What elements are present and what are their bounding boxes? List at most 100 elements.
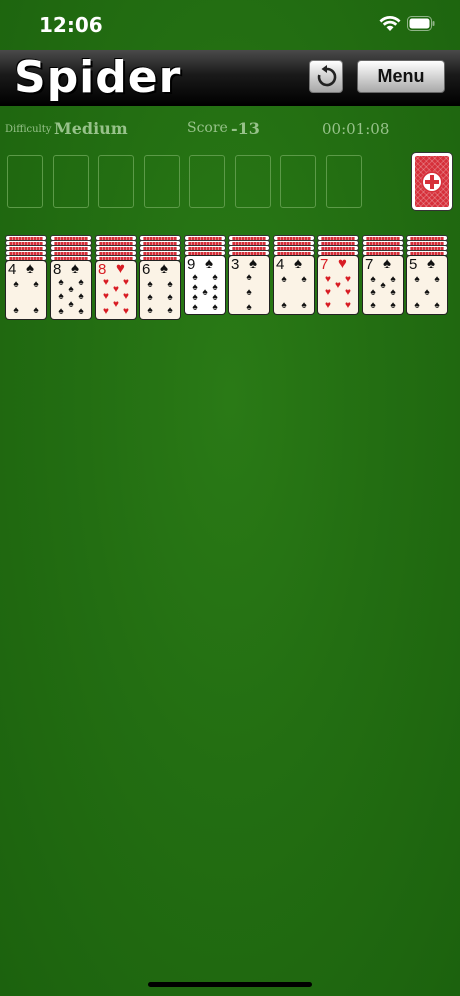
face-down-card xyxy=(51,251,91,255)
difficulty-value: Medium xyxy=(54,119,128,138)
spade-icon: ♠ xyxy=(434,300,440,311)
heart-icon: ♥ xyxy=(103,291,109,302)
spade-icon: ♠ xyxy=(281,274,287,285)
spade-icon: ♠ xyxy=(281,300,287,311)
face-down-card xyxy=(363,246,403,250)
spade-icon: ♠ xyxy=(167,305,173,316)
face-down-card xyxy=(407,246,447,250)
face-down-card xyxy=(6,241,46,245)
spade-icon: ♠ xyxy=(246,287,252,298)
spade-icon: ♠ xyxy=(192,302,198,313)
face-up-card[interactable]: 9 ♠ ♠ ♠ ♠ ♠ ♠ ♠ ♠ ♠ ♠ xyxy=(185,256,225,314)
foundation-slot xyxy=(235,155,271,208)
app-header: Spider Menu xyxy=(0,50,460,106)
face-down-card xyxy=(363,236,403,240)
face-down-card xyxy=(51,236,91,240)
heart-icon: ♥ xyxy=(113,284,119,295)
undo-button[interactable] xyxy=(309,60,343,93)
heart-icon: ♥ xyxy=(325,300,331,311)
face-down-card xyxy=(185,236,225,240)
spade-icon: ♠ xyxy=(212,302,218,313)
card-rank: 8 xyxy=(53,261,62,278)
spade-icon: ♠ xyxy=(167,292,173,303)
spade-icon: ♠ xyxy=(246,302,252,313)
face-down-card xyxy=(140,251,180,255)
face-up-card[interactable]: 5 ♠ ♠ ♠ ♠ ♠ ♠ xyxy=(407,256,447,314)
spade-icon: ♠ xyxy=(78,291,84,302)
spade-icon: ♠ xyxy=(390,274,396,285)
face-up-card[interactable]: 8 ♥ ♥ ♥ ♥ ♥ ♥ ♥ ♥ ♥ xyxy=(96,261,136,319)
face-down-card xyxy=(363,241,403,245)
face-down-card xyxy=(318,241,358,245)
spade-icon: ♠ xyxy=(160,260,168,277)
spade-icon: ♠ xyxy=(147,279,153,290)
card-pips: ♠ ♠ ♠ ♠ ♠ ♠ ♠ ♠ xyxy=(53,278,89,318)
spade-icon: ♠ xyxy=(380,280,386,291)
spade-icon: ♠ xyxy=(370,274,376,285)
face-up-card[interactable]: 7 ♠ ♠ ♠ ♠ ♠ ♠ ♠ ♠ xyxy=(363,256,403,314)
face-down-card xyxy=(229,236,269,240)
spade-icon: ♠ xyxy=(58,291,64,302)
heart-icon: ♥ xyxy=(345,300,351,311)
spade-icon: ♠ xyxy=(205,255,213,272)
menu-button[interactable]: Menu xyxy=(357,60,445,93)
face-down-card xyxy=(96,241,136,245)
face-down-card xyxy=(407,236,447,240)
heart-icon: ♥ xyxy=(116,260,125,277)
card-rank: 4 xyxy=(276,256,285,273)
card-rank: 7 xyxy=(365,256,374,273)
spade-icon: ♠ xyxy=(370,300,376,311)
status-time: 12:06 xyxy=(39,13,103,37)
face-down-card xyxy=(318,236,358,240)
face-up-card[interactable]: 7 ♥ ♥ ♥ ♥ ♥ ♥ ♥ ♥ xyxy=(318,256,358,314)
spade-icon: ♠ xyxy=(390,300,396,311)
foundation-slot xyxy=(144,155,180,208)
face-down-card xyxy=(51,241,91,245)
timer: 00:01:08 xyxy=(322,120,390,138)
face-down-card xyxy=(185,246,225,250)
spade-icon: ♠ xyxy=(383,255,391,272)
spade-icon: ♠ xyxy=(390,287,396,298)
heart-icon: ♥ xyxy=(123,277,129,288)
card-pips: ♠ ♠ ♠ ♠ ♠ ♠ xyxy=(142,278,178,318)
card-rank: 8 xyxy=(98,261,107,278)
card-pips: ♠ ♠ ♠ xyxy=(231,273,267,313)
info-bar: Difficulty Medium Score -13 00:01:08 xyxy=(0,114,460,144)
spade-icon: ♠ xyxy=(26,260,34,277)
heart-icon: ♥ xyxy=(345,274,351,285)
heart-icon: ♥ xyxy=(335,280,341,291)
face-down-card xyxy=(6,246,46,250)
face-up-card[interactable]: 3 ♠ ♠ ♠ ♠ xyxy=(229,256,269,314)
status-bar: 12:06 xyxy=(0,0,460,50)
heart-icon: ♥ xyxy=(123,291,129,302)
foundation-slot xyxy=(326,155,362,208)
score-value: -13 xyxy=(231,119,260,138)
face-up-card[interactable]: 6 ♠ ♠ ♠ ♠ ♠ ♠ ♠ xyxy=(140,261,180,319)
spade-icon: ♠ xyxy=(78,306,84,317)
face-up-card[interactable]: 4 ♠ ♠ ♠ ♠ ♠ xyxy=(274,256,314,314)
spade-icon: ♠ xyxy=(33,279,39,290)
face-down-card xyxy=(229,241,269,245)
stock-pile[interactable] xyxy=(412,153,452,210)
card-rank: 7 xyxy=(320,256,329,273)
spade-icon: ♠ xyxy=(33,305,39,316)
foundation-slot xyxy=(98,155,134,208)
spade-icon: ♠ xyxy=(68,299,74,310)
face-up-card[interactable]: 8 ♠ ♠ ♠ ♠ ♠ ♠ ♠ ♠ ♠ xyxy=(51,261,91,319)
spade-icon: ♠ xyxy=(370,287,376,298)
face-down-card xyxy=(96,246,136,250)
face-down-card xyxy=(96,251,136,255)
card-pips: ♠ ♠ ♠ ♠ ♠ xyxy=(409,273,445,313)
face-up-card[interactable]: 4 ♠ ♠ ♠ ♠ ♠ xyxy=(6,261,46,319)
heart-icon: ♥ xyxy=(103,277,109,288)
face-down-card xyxy=(140,241,180,245)
game-felt xyxy=(0,0,460,996)
foundation-slot xyxy=(280,155,316,208)
spade-icon: ♠ xyxy=(414,300,420,311)
face-down-card xyxy=(6,236,46,240)
spade-icon: ♠ xyxy=(147,305,153,316)
score-label: Score xyxy=(187,120,228,136)
spade-icon: ♠ xyxy=(427,255,435,272)
face-down-card xyxy=(140,236,180,240)
wifi-icon xyxy=(379,16,401,31)
